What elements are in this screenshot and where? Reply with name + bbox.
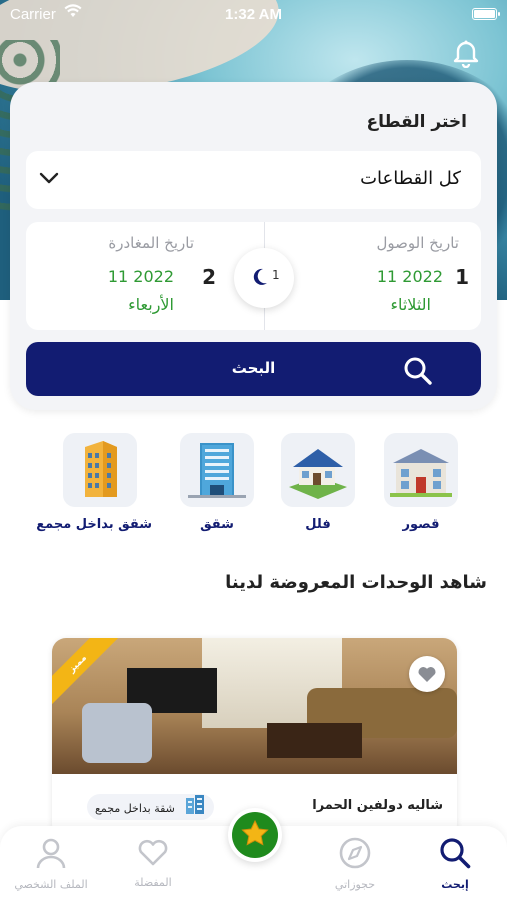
listing-type-chip: شقة بداخل مجمع: [87, 794, 215, 820]
date-range-picker: تاريخ الوصول 1 11 2022 الثلاثاء تاريخ ال…: [26, 222, 481, 330]
category-compound-apartments[interactable]: شقق بداخل مجمع: [36, 433, 152, 533]
arrival-month-year: 11 2022: [376, 267, 443, 286]
tab-search-label: إبحث: [441, 878, 469, 891]
villa-icon: [281, 433, 355, 507]
units-section-title: شاهد الوحدات المعروضة لدينا: [225, 572, 487, 593]
tab-favorites-label: المفضلة: [134, 876, 172, 889]
person-icon: [36, 838, 66, 869]
chevron-down-icon: [38, 170, 60, 190]
category-apartments-label: شقق: [200, 517, 234, 532]
listing-name: شاليه دولفين الحمرا: [312, 798, 443, 813]
listing-type-label: شقة بداخل مجمع: [95, 802, 175, 815]
battery-icon: [472, 8, 500, 20]
nights-count: 1: [272, 268, 280, 282]
listing-photo: [52, 638, 457, 774]
sector-title: اختر القطاع: [366, 112, 467, 132]
moon-icon: [252, 268, 268, 290]
sector-dropdown[interactable]: كل القطاعات: [26, 151, 481, 209]
heart-icon: [138, 839, 168, 866]
category-palaces-label: قصور: [402, 517, 440, 532]
departure-weekday: الأربعاء: [128, 295, 174, 314]
featured-fab-button[interactable]: [228, 808, 282, 862]
sector-value: كل القطاعات: [360, 168, 461, 189]
tab-profile-label: الملف الشخصي: [14, 878, 88, 891]
tab-profile[interactable]: الملف الشخصي: [6, 836, 96, 891]
compass-icon: [339, 837, 371, 869]
arrival-label: تاريخ الوصول: [376, 234, 460, 252]
category-villas[interactable]: فلل: [279, 433, 357, 533]
tab-my-bookings[interactable]: حجوزاتي: [310, 836, 400, 891]
palace-icon: [384, 433, 458, 507]
category-palaces[interactable]: قصور: [382, 433, 460, 533]
departure-date[interactable]: تاريخ المغادرة 2 11 2022 الأربعاء: [26, 222, 264, 330]
search-button[interactable]: البحث: [26, 342, 481, 396]
notification-bell-icon[interactable]: [453, 40, 479, 72]
category-apartments[interactable]: شقق: [178, 433, 256, 533]
status-bar: Carrier 1:32 AM: [0, 0, 507, 30]
category-compound-apartments-label: شقق بداخل مجمع: [36, 517, 152, 532]
building-icon: [184, 794, 206, 824]
departure-month-year: 11 2022: [107, 267, 174, 286]
arrival-day-number: 1: [455, 265, 469, 289]
nights-counter: 1: [234, 248, 294, 308]
search-icon: [403, 356, 433, 390]
tab-my-bookings-label: حجوزاتي: [334, 878, 376, 891]
favorite-button[interactable]: [409, 656, 445, 692]
compound-building-icon: [63, 433, 137, 507]
category-villas-label: فلل: [305, 517, 331, 532]
tab-search[interactable]: إبحث: [410, 836, 500, 891]
search-card: اختر القطاع كل القطاعات تاريخ الوصول 1 1…: [10, 82, 497, 410]
heart-icon: [418, 667, 436, 682]
arrival-weekday: الثلاثاء: [390, 295, 431, 314]
search-icon: [440, 838, 471, 869]
departure-label: تاريخ المغادرة: [108, 234, 194, 252]
arrival-date[interactable]: تاريخ الوصول 1 11 2022 الثلاثاء: [265, 222, 481, 330]
star-icon: [241, 819, 269, 846]
departure-day-number: 2: [202, 265, 216, 289]
apartment-building-icon: [180, 433, 254, 507]
tab-favorites[interactable]: المفضلة: [108, 836, 198, 889]
clock: 1:32 AM: [225, 6, 282, 23]
